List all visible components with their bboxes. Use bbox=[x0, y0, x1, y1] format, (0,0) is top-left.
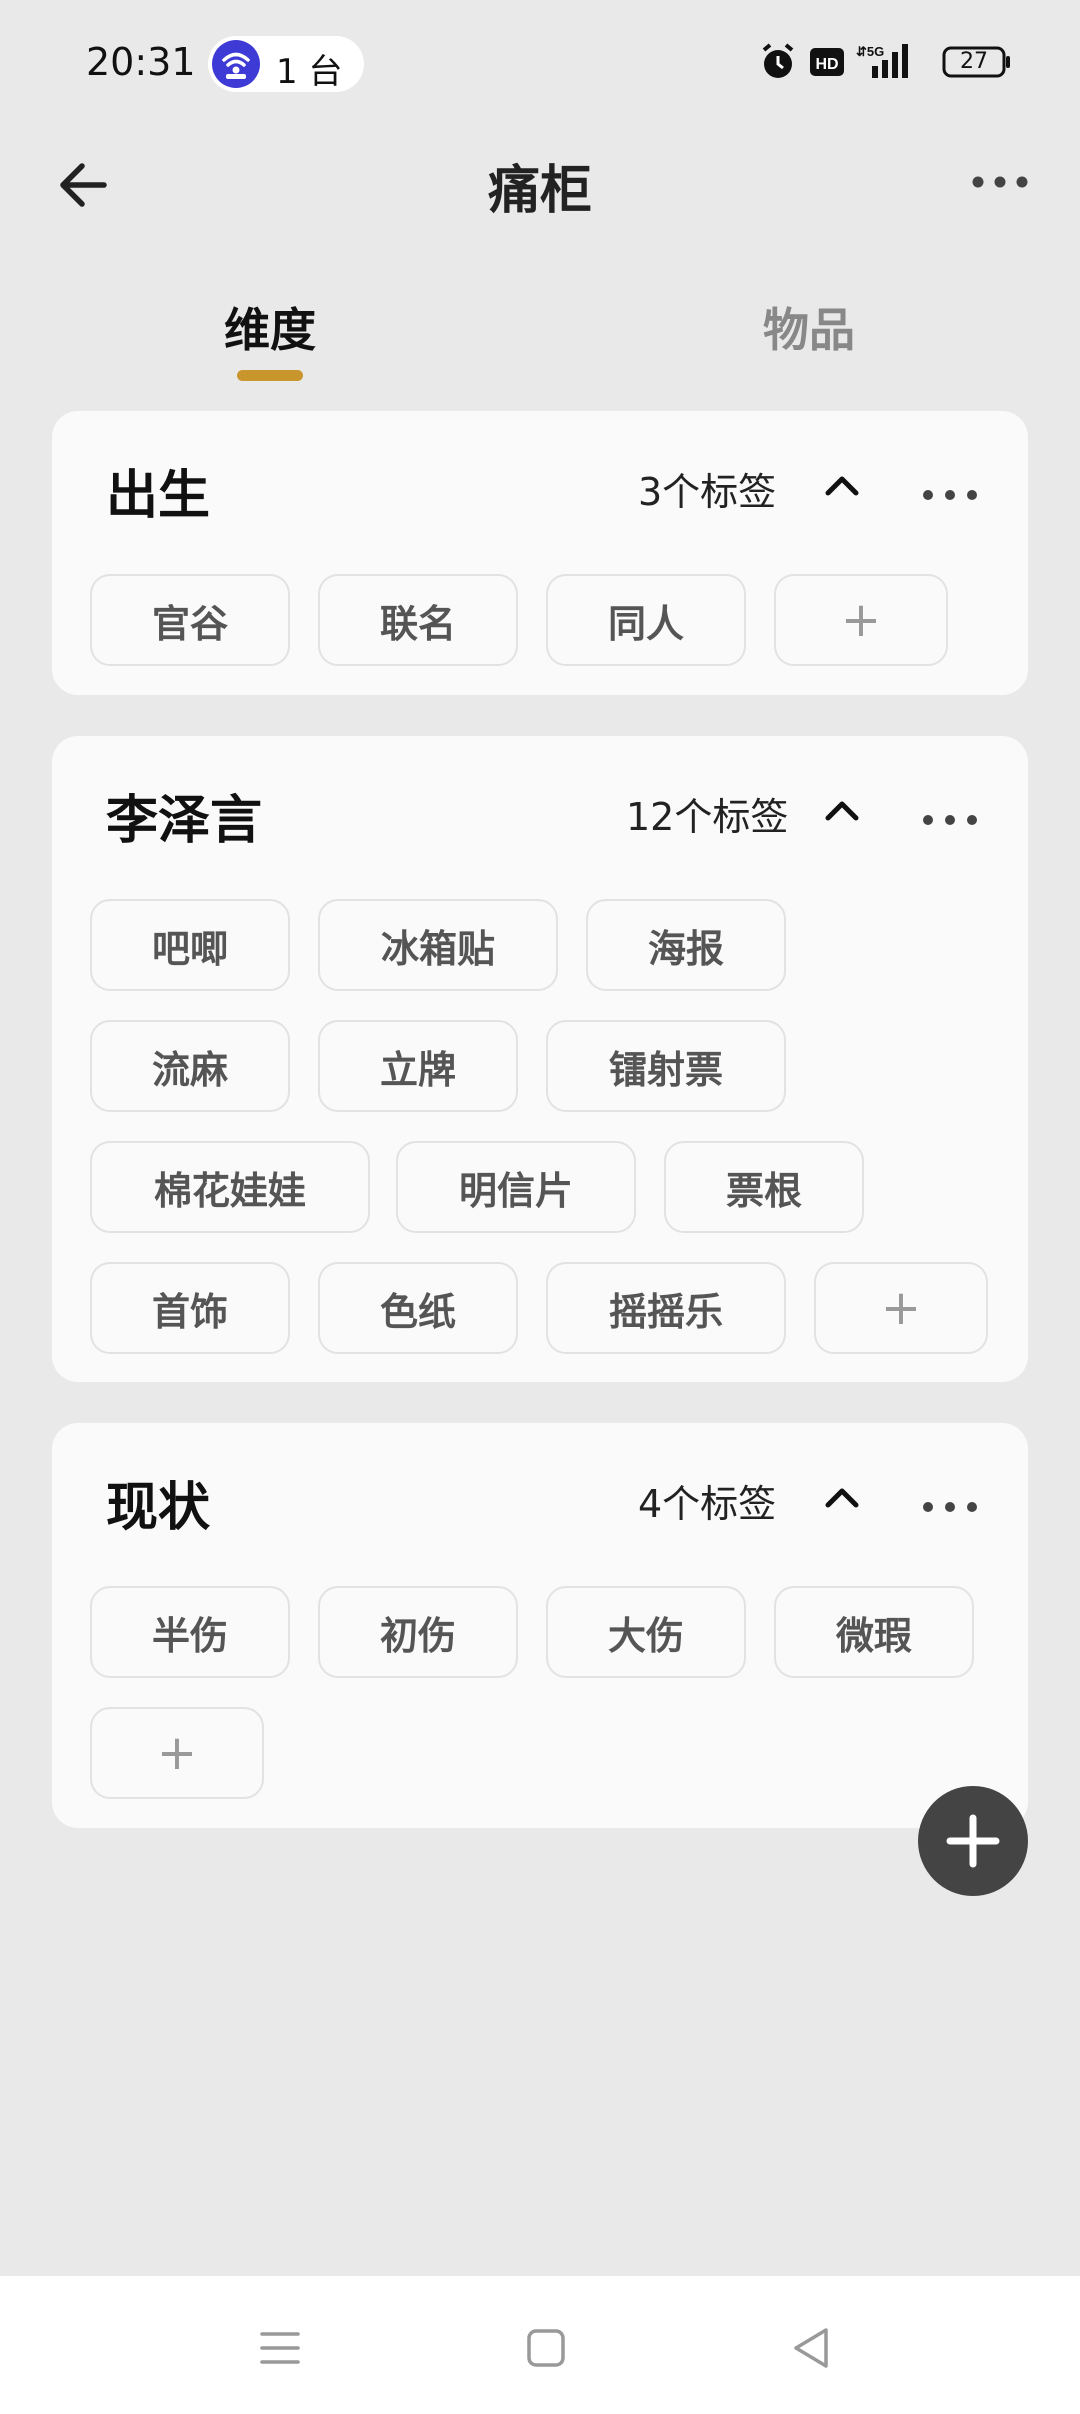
chevron-up-icon[interactable] bbox=[822, 796, 862, 826]
tag-chip[interactable]: 票根 bbox=[664, 1141, 864, 1233]
add-tag-button[interactable]: + bbox=[90, 1707, 264, 1799]
tag-count: 3个标签 bbox=[638, 470, 777, 514]
card-title: 现状 bbox=[106, 1478, 211, 1538]
menu-icon[interactable] bbox=[250, 2318, 310, 2378]
add-tag-button[interactable]: + bbox=[814, 1262, 988, 1354]
tag-chip[interactable]: 冰箱贴 bbox=[318, 899, 558, 991]
dimension-card-li-zeyan: 李泽言 12个标签 吧唧 冰箱贴 海报 流麻 立牌 镭射票 棉花娃娃 明信片 票… bbox=[52, 736, 1028, 1382]
tag-chip[interactable]: 色纸 bbox=[318, 1262, 518, 1354]
tag-chip[interactable]: 联名 bbox=[318, 574, 518, 666]
home-square-icon[interactable] bbox=[516, 2318, 576, 2378]
status-time: 20:31 bbox=[86, 40, 196, 84]
hotspot-label: 1 台 bbox=[276, 52, 343, 92]
card-more-icon[interactable] bbox=[922, 485, 978, 505]
tag-chip[interactable]: 海报 bbox=[586, 899, 786, 991]
tag-chip[interactable]: 首饰 bbox=[90, 1262, 290, 1354]
add-tag-button[interactable]: + bbox=[774, 574, 948, 666]
hotspot-pill[interactable]: 1 台 bbox=[208, 36, 364, 92]
plus-icon bbox=[946, 1814, 1000, 1868]
tag-chip[interactable]: 流麻 bbox=[90, 1020, 290, 1112]
page-title: 痛柜 bbox=[487, 161, 592, 221]
battery-level: 27 bbox=[960, 49, 988, 74]
tag-chip[interactable]: 立牌 bbox=[318, 1020, 518, 1112]
tag-chip[interactable]: 明信片 bbox=[396, 1141, 636, 1233]
5g-signal-icon: ⇵5G bbox=[856, 44, 908, 78]
card-more-icon[interactable] bbox=[922, 1497, 978, 1517]
system-nav-bar bbox=[0, 2276, 1080, 2414]
tab-active-indicator bbox=[237, 370, 303, 381]
dimension-card-birth: 出生 3个标签 官谷 联名 同人 + bbox=[52, 411, 1028, 695]
tag-chip[interactable]: 微瑕 bbox=[774, 1586, 974, 1678]
tag-count: 12个标签 bbox=[626, 795, 789, 839]
chevron-up-icon[interactable] bbox=[822, 471, 862, 501]
tag-chip[interactable]: 同人 bbox=[546, 574, 746, 666]
back-triangle-icon[interactable] bbox=[782, 2318, 842, 2378]
tab-items[interactable]: 物品 bbox=[763, 294, 855, 360]
tab-dimension[interactable]: 维度 bbox=[224, 294, 316, 360]
card-title: 出生 bbox=[106, 466, 211, 526]
card-title: 李泽言 bbox=[106, 791, 263, 851]
more-button[interactable] bbox=[968, 160, 1032, 204]
tag-chip[interactable]: 半伤 bbox=[90, 1586, 290, 1678]
tag-chip[interactable]: 大伤 bbox=[546, 1586, 746, 1678]
status-bar: 20:31 1 台 HD ⇵5G 27 bbox=[0, 0, 1080, 130]
battery-icon: 27 bbox=[942, 46, 1012, 78]
chevron-up-icon[interactable] bbox=[822, 1483, 862, 1513]
alarm-icon bbox=[762, 43, 794, 78]
tag-chip[interactable]: 镭射票 bbox=[546, 1020, 786, 1112]
tag-chip[interactable]: 吧唧 bbox=[90, 899, 290, 991]
hotspot-icon bbox=[212, 40, 260, 88]
tag-chip[interactable]: 官谷 bbox=[90, 574, 290, 666]
card-more-icon[interactable] bbox=[922, 810, 978, 830]
hd-icon: HD bbox=[810, 48, 844, 76]
svg-text:HD: HD bbox=[815, 56, 838, 73]
more-horizontal-icon bbox=[972, 176, 1028, 188]
tag-count: 4个标签 bbox=[638, 1482, 777, 1526]
tag-chip[interactable]: 棉花娃娃 bbox=[90, 1141, 370, 1233]
dimension-card-status: 现状 4个标签 半伤 初伤 大伤 微瑕 + bbox=[52, 1423, 1028, 1828]
app-header: 痛柜 bbox=[0, 130, 1080, 240]
add-dimension-fab[interactable] bbox=[918, 1786, 1028, 1896]
tag-chip[interactable]: 摇摇乐 bbox=[546, 1262, 786, 1354]
svg-text:⇵5G: ⇵5G bbox=[856, 44, 884, 59]
tag-chip[interactable]: 初伤 bbox=[318, 1586, 518, 1678]
